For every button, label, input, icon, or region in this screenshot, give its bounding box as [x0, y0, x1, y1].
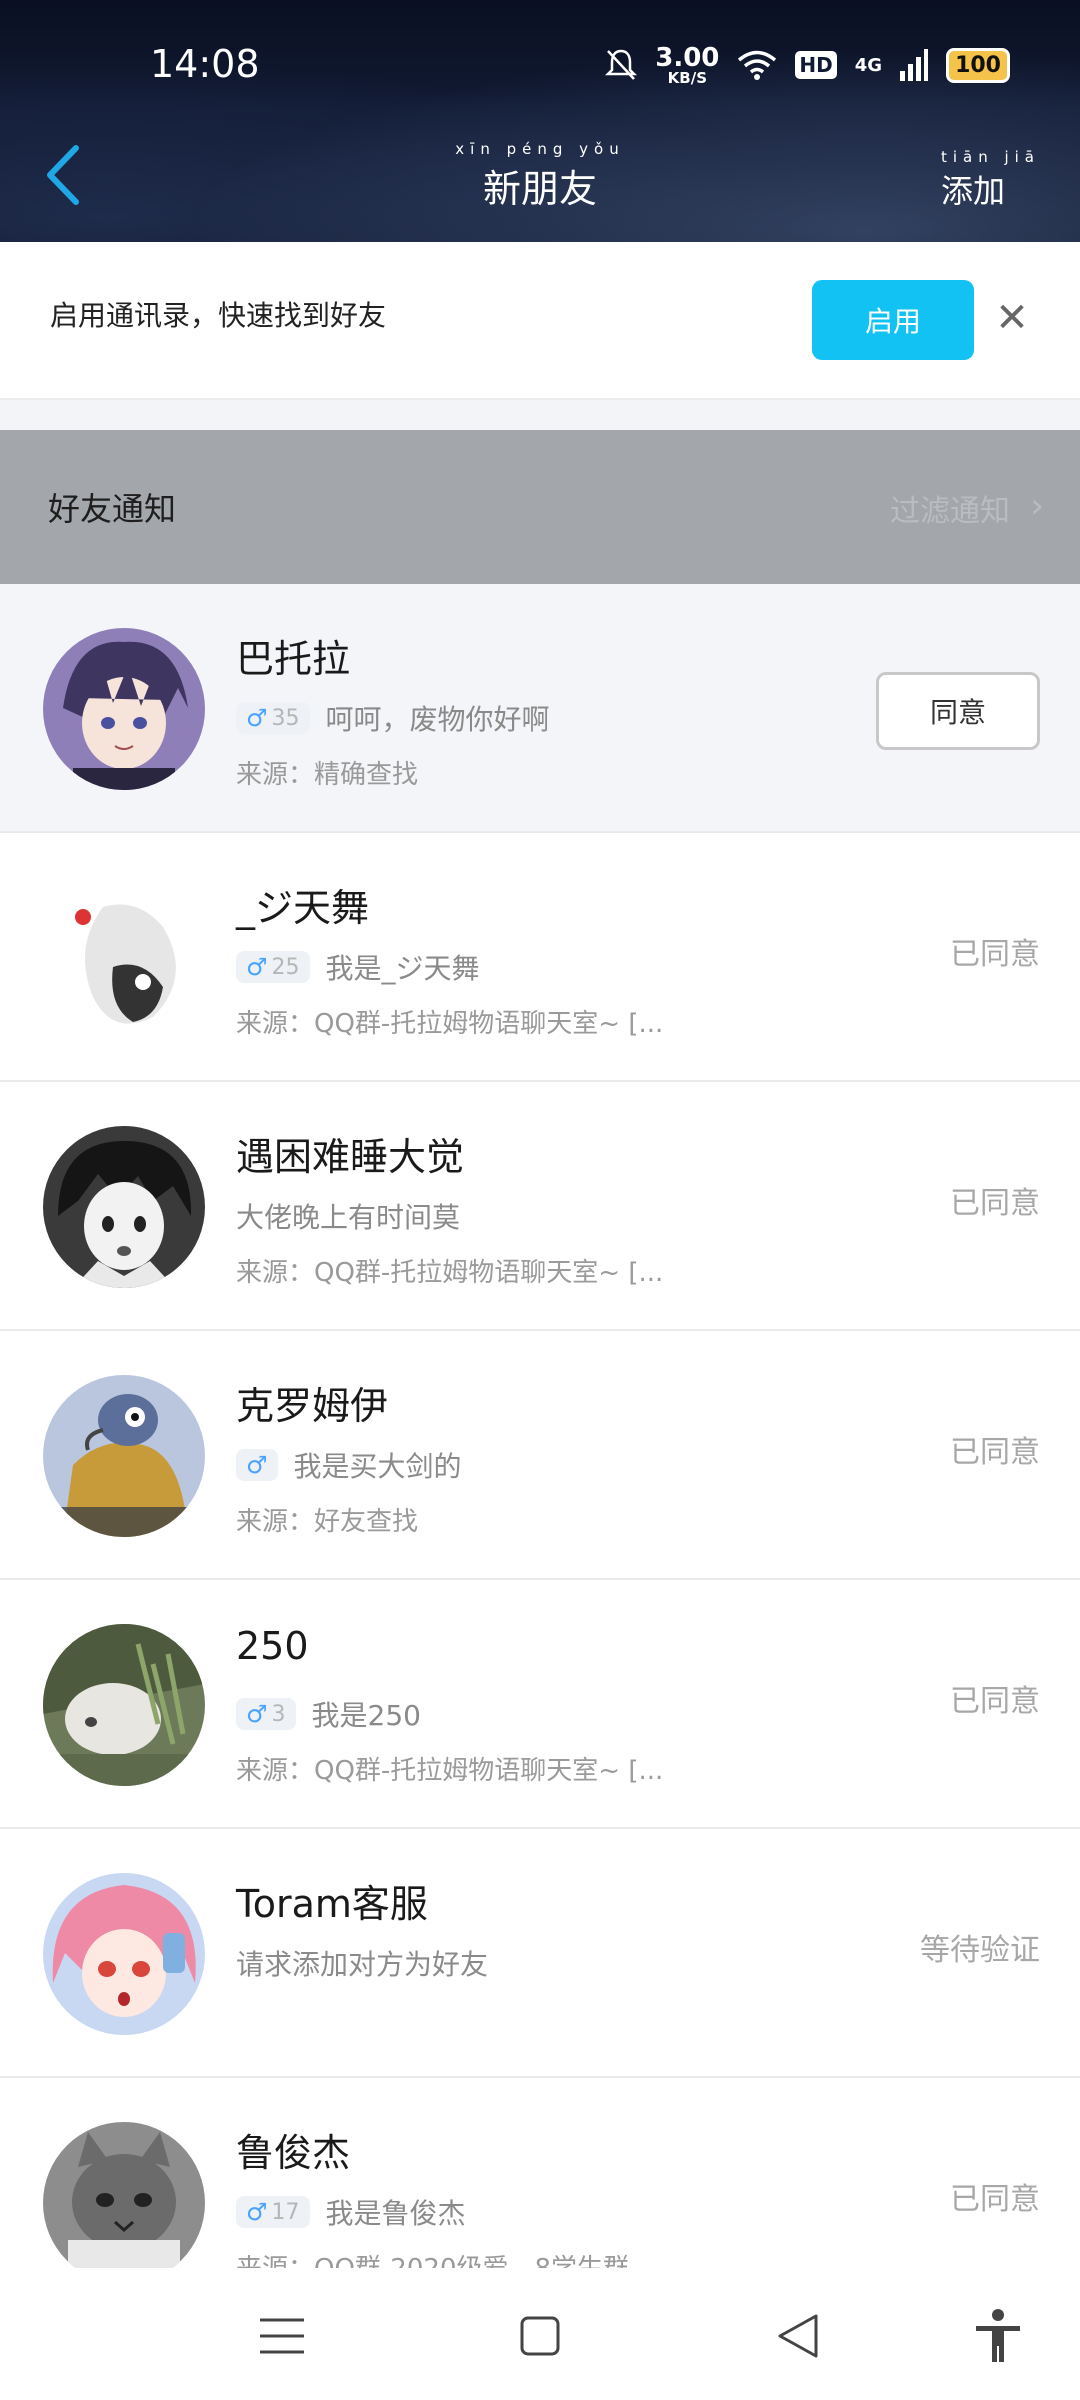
avatar[interactable]	[43, 1624, 205, 1786]
friend-source: 来源：QQ群-托拉姆物语聊天室~ [...	[236, 1756, 664, 1786]
age: 3	[271, 1701, 286, 1727]
agree-button[interactable]: 同意	[876, 672, 1040, 750]
friend-source: 来源：QQ群-托拉姆物语聊天室~ [...	[236, 1258, 664, 1288]
avatar[interactable]	[43, 2122, 205, 2284]
friend-signature: 我是_ジ天舞	[325, 952, 480, 985]
system-nav-bar	[0, 2268, 1080, 2400]
friend-source: 来源：精确查找	[236, 760, 419, 790]
avatar[interactable]	[43, 628, 205, 790]
gender-badge: ♂ 17	[236, 2196, 310, 2228]
friend-info: 请求添加对方为好友	[236, 1943, 488, 1983]
avatar[interactable]	[43, 1375, 205, 1537]
request-status: 等待验证	[920, 1933, 1040, 1968]
friend-signature: 请求添加对方为好友	[236, 1948, 489, 1981]
friend-name: _ジ天舞	[236, 886, 370, 930]
friend-name: 遇困难睡大觉	[236, 1135, 465, 1179]
friend-info: ♂ 35 呵呵，废物你好啊	[236, 698, 550, 738]
add-button-label: 添加	[940, 172, 1005, 210]
friend-name: Toram客服	[236, 1882, 428, 1926]
gender-badge: ♂	[236, 1449, 278, 1481]
friend-signature: 大佬晚上有时间莫	[236, 1201, 461, 1234]
contacts-import-bar: 启用通讯录，快速找到好友 启用	[0, 242, 1080, 400]
page-title: xīn péng yǒu 新朋友	[0, 140, 1080, 213]
friend-info: 大佬晚上有时间莫	[236, 1196, 460, 1236]
page-title-text: 新朋友	[482, 167, 597, 211]
avatar[interactable]	[43, 1126, 205, 1288]
friend-signature: 我是250	[311, 1699, 421, 1732]
friend-info: ♂ 3 我是250	[236, 1694, 421, 1734]
header: 14:08 3.00 KB/S HD 4G 100 xīn péng yǒu 新…	[0, 0, 1080, 242]
filter-notices-link[interactable]: 过滤通知	[890, 486, 1010, 530]
friend-info: ♂ 17 我是鲁俊杰	[236, 2192, 466, 2232]
age: 25	[271, 954, 300, 980]
gender-badge: ♂ 3	[236, 1698, 296, 1730]
avatar[interactable]	[43, 877, 205, 1039]
friend-request-row[interactable]: 遇困难睡大觉 大佬晚上有时间莫 来源：QQ群-托拉姆物语聊天室~ [... 已同…	[0, 1082, 1080, 1331]
request-status: 已同意	[950, 2182, 1040, 2217]
signal-icon	[900, 49, 929, 81]
male-icon: ♂	[246, 2198, 268, 2226]
age: 17	[271, 2199, 300, 2225]
request-status: 已同意	[950, 1684, 1040, 1719]
menu-icon[interactable]	[252, 2306, 312, 2366]
avatar[interactable]	[43, 1873, 205, 2035]
friend-request-row[interactable]: 250 ♂ 3 我是250 来源：QQ群-托拉姆物语聊天室~ [... 已同意	[0, 1580, 1080, 1829]
male-icon: ♂	[246, 704, 268, 732]
mute-bell-icon	[605, 49, 638, 80]
friend-signature: 呵呵，废物你好啊	[325, 703, 550, 736]
gender-badge: ♂ 35	[236, 702, 310, 734]
friend-source: 来源：好友查找	[236, 1507, 419, 1537]
close-icon[interactable]: ✕	[990, 296, 1034, 340]
male-icon: ♂	[246, 953, 268, 981]
status-icons: 3.00 KB/S HD 4G 100	[605, 40, 1010, 90]
request-status: 已同意	[950, 1435, 1040, 1470]
back-icon[interactable]	[768, 2306, 828, 2366]
friend-info: ♂ 我是买大剑的	[236, 1445, 462, 1485]
friend-name: 克罗姆伊	[236, 1384, 389, 1428]
friend-signature: 我是买大剑的	[293, 1450, 462, 1483]
add-friend-button[interactable]: tiān jiā 添加	[941, 148, 1040, 212]
home-icon[interactable]	[510, 2306, 570, 2366]
battery-icon: 100	[946, 47, 1010, 83]
friend-signature: 我是鲁俊杰	[325, 2197, 466, 2230]
wifi-icon	[738, 50, 777, 80]
page-title-pinyin: xīn péng yǒu	[455, 140, 625, 158]
chevron-right-icon: ›	[1030, 486, 1044, 526]
notice-title: 好友通知	[48, 490, 177, 528]
friend-request-row[interactable]: 巴托拉 ♂ 35 呵呵，废物你好啊 来源：精确查找 同意	[0, 584, 1080, 833]
enable-contacts-button[interactable]: 启用	[812, 280, 974, 360]
accessibility-icon[interactable]	[968, 2306, 1028, 2366]
friend-info: ♂ 25 我是_ジ天舞	[236, 947, 480, 987]
gender-badge: ♂ 25	[236, 951, 310, 983]
request-status: 已同意	[950, 937, 1040, 972]
net-speed: 3.00 KB/S	[655, 45, 719, 86]
friend-name: 鲁俊杰	[236, 2131, 351, 2175]
friend-notice-header: 好友通知 过滤通知 ›	[0, 430, 1080, 584]
friend-source: 来源：QQ群-托拉姆物语聊天室~ [...	[236, 1009, 664, 1039]
import-prompt: 启用通讯录，快速找到好友	[50, 299, 387, 332]
hd-badge: HD	[795, 51, 837, 79]
request-status: 已同意	[950, 1186, 1040, 1221]
friend-request-row[interactable]: Toram客服 请求添加对方为好友 等待验证	[0, 1829, 1080, 2078]
section-divider	[0, 400, 1080, 430]
friend-request-row[interactable]: _ジ天舞 ♂ 25 我是_ジ天舞 来源：QQ群-托拉姆物语聊天室~ [... 已…	[0, 833, 1080, 1082]
network-type: 4G	[854, 54, 883, 76]
net-speed-unit: KB/S	[667, 68, 707, 87]
friend-name: 巴托拉	[236, 637, 351, 681]
male-icon: ♂	[246, 1700, 268, 1728]
status-time: 14:08	[150, 42, 260, 86]
friend-request-row[interactable]: 克罗姆伊 ♂ 我是买大剑的 来源：好友查找 已同意	[0, 1331, 1080, 1580]
add-button-pinyin: tiān jiā	[940, 148, 1040, 166]
friend-request-list: 巴托拉 ♂ 35 呵呵，废物你好啊 来源：精确查找 同意 _ジ天舞 ♂ 25 我…	[0, 584, 1080, 2327]
male-icon: ♂	[246, 1451, 268, 1479]
net-speed-value: 3.00	[655, 42, 720, 73]
friend-name: 250	[236, 1624, 309, 1668]
age: 35	[271, 705, 300, 731]
